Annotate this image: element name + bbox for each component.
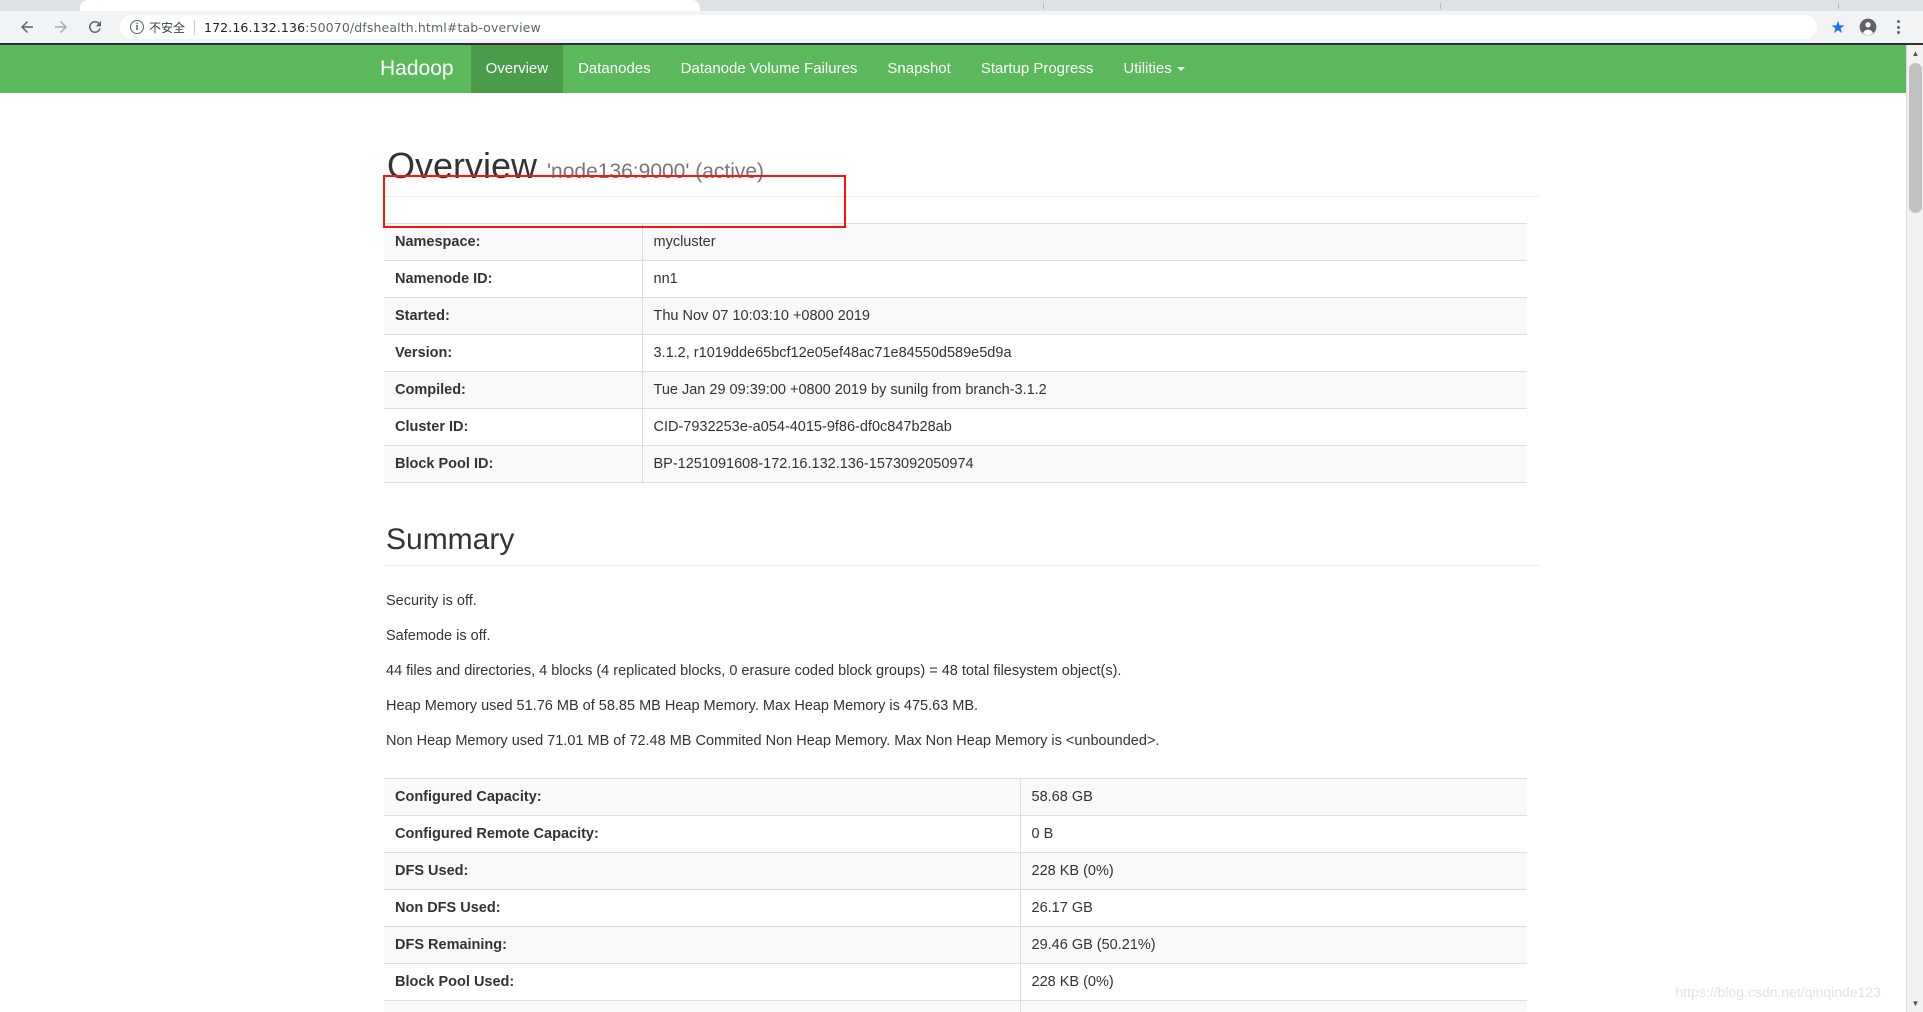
hadoop-brand-link[interactable]: Hadoop	[363, 45, 471, 93]
summary-line-files-blocks: 44 files and directories, 4 blocks (4 re…	[386, 662, 1122, 679]
page-title-subtitle: 'node136:9000' (active)	[547, 160, 765, 183]
row-label: Namespace:	[384, 223, 643, 261]
url-host: 172.16.132.136	[204, 19, 306, 35]
row-label: Namenode ID:	[384, 260, 643, 298]
nav-item-datanodes[interactable]: Datanodes	[563, 45, 666, 93]
row-value: nn1	[653, 270, 678, 287]
security-status-label: 不安全	[149, 20, 186, 35]
reload-icon[interactable]	[78, 12, 112, 42]
row-value: BP-1251091608-172.16.132.136-15730920509…	[653, 455, 974, 472]
table-row: DFS Remaining: 29.46 GB (50.21%)	[384, 926, 1527, 964]
summary-line-security: Security is off.	[386, 592, 477, 609]
forward-arrow-icon[interactable]	[44, 12, 78, 42]
row-label: Block Pool ID:	[384, 445, 643, 483]
table-row: Block Pool ID: BP-1251091608-172.16.132.…	[384, 445, 1527, 483]
three-dot-menu-icon[interactable]	[1883, 12, 1913, 42]
row-value: Tue Jan 29 09:39:00 +0800 2019 by sunilg…	[653, 381, 1047, 398]
star-glyph: ★	[1830, 17, 1846, 37]
row-label: Started:	[384, 297, 643, 335]
row-value: 3.1.2, r1019dde65bcf12e05ef48ac71e84550d…	[653, 344, 1012, 361]
table-row: Block Pool Used: 228 KB (0%)	[384, 963, 1527, 1001]
table-row: Cluster ID: CID-7932253e-a054-4015-9f86-…	[384, 408, 1527, 446]
table-row: Non DFS Used: 26.17 GB	[384, 889, 1527, 927]
row-value: Thu Nov 07 10:03:10 +0800 2019	[653, 307, 870, 324]
bookmark-star-icon[interactable]: ★	[1823, 12, 1853, 42]
table-row: Configured Remote Capacity: 0 B	[384, 815, 1527, 853]
nav-item-utilities[interactable]: Utilities	[1108, 45, 1199, 93]
browser-tab-strip[interactable]	[0, 0, 1923, 11]
table-row: DFS Used: 228 KB (0%)	[384, 852, 1527, 890]
dots-glyph	[1896, 20, 1900, 34]
page-title: Overview 'node136:9000' (active)	[384, 146, 1539, 197]
omnibox-divider	[194, 19, 196, 35]
row-value: 29.46 GB (50.21%)	[1031, 936, 1156, 953]
namenode-info-table: Namespace: mycluster Namenode ID: nn1 St…	[384, 223, 1527, 483]
url-path: :50070/dfshealth.html#tab-overview	[305, 19, 541, 35]
site-security-badge[interactable]: i 不安全	[130, 19, 185, 36]
row-label: DFS Remaining:	[384, 926, 1021, 964]
toolbar-right-group: ★	[1823, 12, 1913, 42]
row-value: mycluster	[653, 233, 716, 250]
summary-line-non-heap-memory: Non Heap Memory used 71.01 MB of 72.48 M…	[386, 732, 1160, 749]
page-container: Overview 'node136:9000' (active) Namespa…	[383, 146, 1539, 1012]
table-row: Namenode ID: nn1	[384, 260, 1527, 298]
scroll-down-arrow-icon[interactable]: ▼	[1907, 995, 1923, 1012]
row-label: Version:	[384, 334, 643, 372]
watermark-text: https://blog.csdn.net/qinqinde123	[1675, 984, 1882, 1000]
row-label: DFS Used:	[384, 852, 1021, 890]
summary-heading: Summary	[384, 523, 1539, 566]
table-row: DataNodes usages% (Min/Median/Max/stdDev…	[384, 1000, 1527, 1012]
row-value: 0.00% / 0.00% / 0.00% / 0.00%	[1020, 1000, 1527, 1012]
page-viewport: Hadoop Overview Datanodes Datanode Volum…	[0, 45, 1923, 1012]
row-value: CID-7932253e-a054-4015-9f86-df0c847b28ab	[653, 418, 952, 435]
tab-separator	[1838, 3, 1839, 9]
summary-line-heap-memory: Heap Memory used 51.76 MB of 58.85 MB He…	[386, 697, 979, 714]
table-row: Compiled: Tue Jan 29 09:39:00 +0800 2019…	[384, 371, 1527, 409]
tab-separator	[1043, 3, 1044, 9]
row-value: 228 KB (0%)	[1031, 862, 1114, 879]
row-label: DataNodes usages% (Min/Median/Max/stdDev…	[384, 1000, 1021, 1012]
row-value: 58.68 GB	[1031, 788, 1093, 805]
table-row: Namespace: mycluster	[384, 223, 1527, 261]
row-label: Configured Remote Capacity:	[384, 815, 1021, 853]
summary-text-block: Security is off. Safemode is off. 44 fil…	[384, 591, 1539, 752]
tab-separator	[1440, 3, 1441, 9]
nav-item-utilities-label: Utilities	[1123, 60, 1172, 77]
chevron-down-icon	[1176, 66, 1185, 71]
url-text: 172.16.132.136:50070/dfshealth.html#tab-…	[204, 20, 541, 35]
row-value: 26.17 GB	[1031, 899, 1093, 916]
page-title-text: Overview	[387, 145, 538, 186]
row-value: 0 B	[1031, 825, 1054, 842]
browser-tab-active[interactable]	[80, 0, 700, 11]
row-label: Block Pool Used:	[384, 963, 1021, 1001]
row-label: Compiled:	[384, 371, 643, 409]
scroll-up-arrow-icon[interactable]: ▲	[1907, 45, 1923, 62]
scrollbar-thumb[interactable]	[1909, 63, 1922, 213]
row-value: 228 KB (0%)	[1031, 973, 1114, 990]
row-label: Cluster ID:	[384, 408, 643, 446]
row-label: Non DFS Used:	[384, 889, 1021, 927]
nav-item-snapshot[interactable]: Snapshot	[872, 45, 965, 93]
page-scrollbar[interactable]: ▲ ▼	[1906, 45, 1923, 1012]
hadoop-navbar: Hadoop Overview Datanodes Datanode Volum…	[0, 45, 1923, 93]
table-row: Version: 3.1.2, r1019dde65bcf12e05ef48ac…	[384, 334, 1527, 372]
nav-item-overview[interactable]: Overview	[470, 45, 564, 93]
info-circle-icon: i	[130, 20, 144, 34]
nav-item-datanode-volume-failures[interactable]: Datanode Volume Failures	[666, 45, 873, 93]
address-bar[interactable]: i 不安全 172.16.132.136:50070/dfshealth.htm…	[120, 15, 1817, 39]
browser-toolbar: i 不安全 172.16.132.136:50070/dfshealth.htm…	[0, 11, 1923, 43]
back-arrow-icon[interactable]	[10, 12, 44, 42]
summary-line-safemode: Safemode is off.	[386, 627, 491, 644]
table-row: Configured Capacity: 58.68 GB	[384, 778, 1527, 816]
nav-item-startup-progress[interactable]: Startup Progress	[966, 45, 1109, 93]
table-row: Started: Thu Nov 07 10:03:10 +0800 2019	[384, 297, 1527, 335]
row-label: Configured Capacity:	[384, 778, 1021, 816]
browser-window: i 不安全 172.16.132.136:50070/dfshealth.htm…	[0, 0, 1923, 1012]
capacity-summary-table: Configured Capacity: 58.68 GB Configured…	[384, 778, 1527, 1012]
profile-avatar-icon[interactable]	[1853, 12, 1883, 42]
